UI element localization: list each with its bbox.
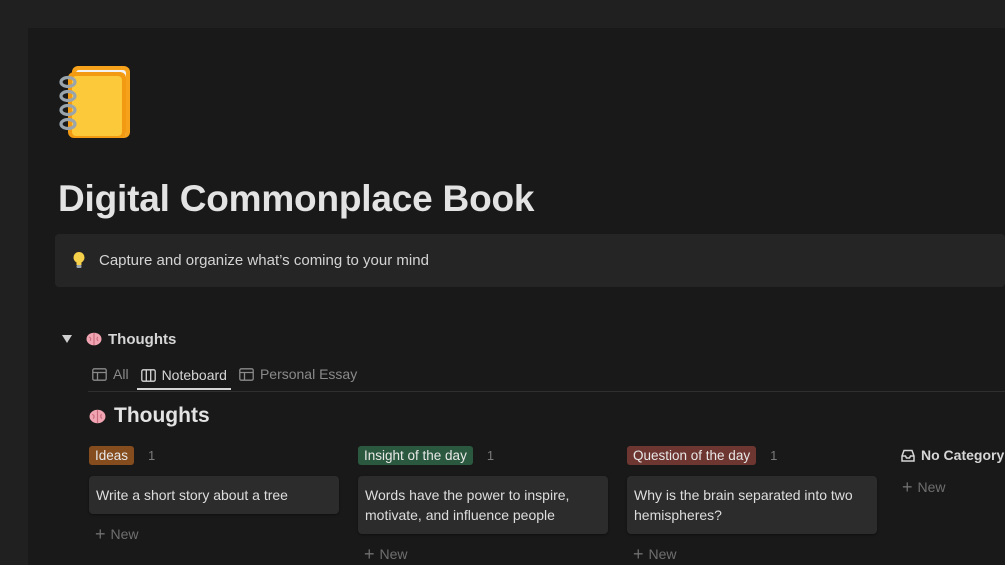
group-tag[interactable]: Ideas bbox=[89, 445, 135, 465]
tabs-divider bbox=[88, 391, 1005, 392]
plus-icon: + bbox=[364, 544, 375, 564]
database-header: Thoughts bbox=[62, 329, 176, 349]
tab-all[interactable]: All bbox=[88, 362, 133, 386]
tab-personal-essay[interactable]: Personal Essay bbox=[235, 362, 361, 386]
group-label: No Category bbox=[921, 447, 1005, 463]
notebook-icon[interactable] bbox=[58, 62, 138, 142]
new-label: New bbox=[648, 546, 677, 562]
board-card[interactable]: Words have the power to inspire, motivat… bbox=[358, 476, 608, 534]
brain-icon bbox=[86, 332, 102, 346]
plus-icon: + bbox=[902, 477, 913, 497]
page-title[interactable]: Digital Commonplace Book bbox=[58, 178, 534, 220]
new-card-button[interactable]: + New bbox=[901, 477, 1005, 497]
lightbulb-icon bbox=[73, 252, 85, 268]
new-label: New bbox=[379, 546, 408, 562]
view-title-text[interactable]: Thoughts bbox=[114, 404, 210, 428]
group-tag[interactable]: Question of the day bbox=[627, 445, 757, 465]
table-icon bbox=[239, 367, 254, 381]
new-card-button[interactable]: + New bbox=[627, 544, 877, 564]
toggle-arrow-icon[interactable] bbox=[62, 335, 72, 343]
callout-block[interactable]: Capture and organize what’s coming to yo… bbox=[55, 234, 1005, 287]
tab-label: Personal Essay bbox=[259, 366, 358, 382]
board-column-insight: Insight of the day 1 Words have the powe… bbox=[358, 445, 608, 564]
plus-icon: + bbox=[95, 524, 106, 544]
board-card[interactable]: Write a short story about a tree bbox=[89, 476, 339, 514]
group-count: 1 bbox=[148, 447, 156, 463]
tab-noteboard[interactable]: Noteboard bbox=[136, 362, 231, 390]
group-count: 1 bbox=[486, 447, 495, 463]
group-count: 1 bbox=[770, 447, 778, 463]
board-card[interactable]: Why is the brain separated into two hemi… bbox=[627, 476, 877, 534]
group-tag[interactable]: No Category bbox=[901, 447, 1004, 463]
database-title[interactable]: Thoughts bbox=[108, 331, 176, 348]
board-icon bbox=[140, 368, 156, 382]
left-chrome bbox=[0, 0, 28, 565]
new-card-button[interactable]: + New bbox=[358, 544, 608, 564]
tab-label: All bbox=[113, 366, 129, 382]
brain-icon bbox=[89, 409, 106, 423]
new-label: New bbox=[110, 526, 139, 542]
top-chrome bbox=[0, 0, 1005, 28]
view-title: Thoughts bbox=[89, 404, 210, 428]
board-column-no-category: No Category + New bbox=[901, 445, 1005, 497]
new-card-button[interactable]: + New bbox=[89, 524, 339, 544]
new-label: New bbox=[917, 479, 946, 495]
board-column-ideas: Ideas 1 Write a short story about a tree… bbox=[89, 445, 339, 544]
board-column-question: Question of the day 1 Why is the brain s… bbox=[627, 445, 877, 564]
inbox-icon bbox=[901, 449, 915, 462]
table-icon bbox=[92, 367, 107, 381]
callout-text: Capture and organize what’s coming to yo… bbox=[99, 252, 429, 269]
group-tag[interactable]: Insight of the day bbox=[358, 445, 473, 465]
plus-icon: + bbox=[633, 544, 644, 564]
view-tabs: All Noteboard Personal Essay bbox=[88, 362, 365, 392]
tab-label: Noteboard bbox=[161, 367, 227, 383]
